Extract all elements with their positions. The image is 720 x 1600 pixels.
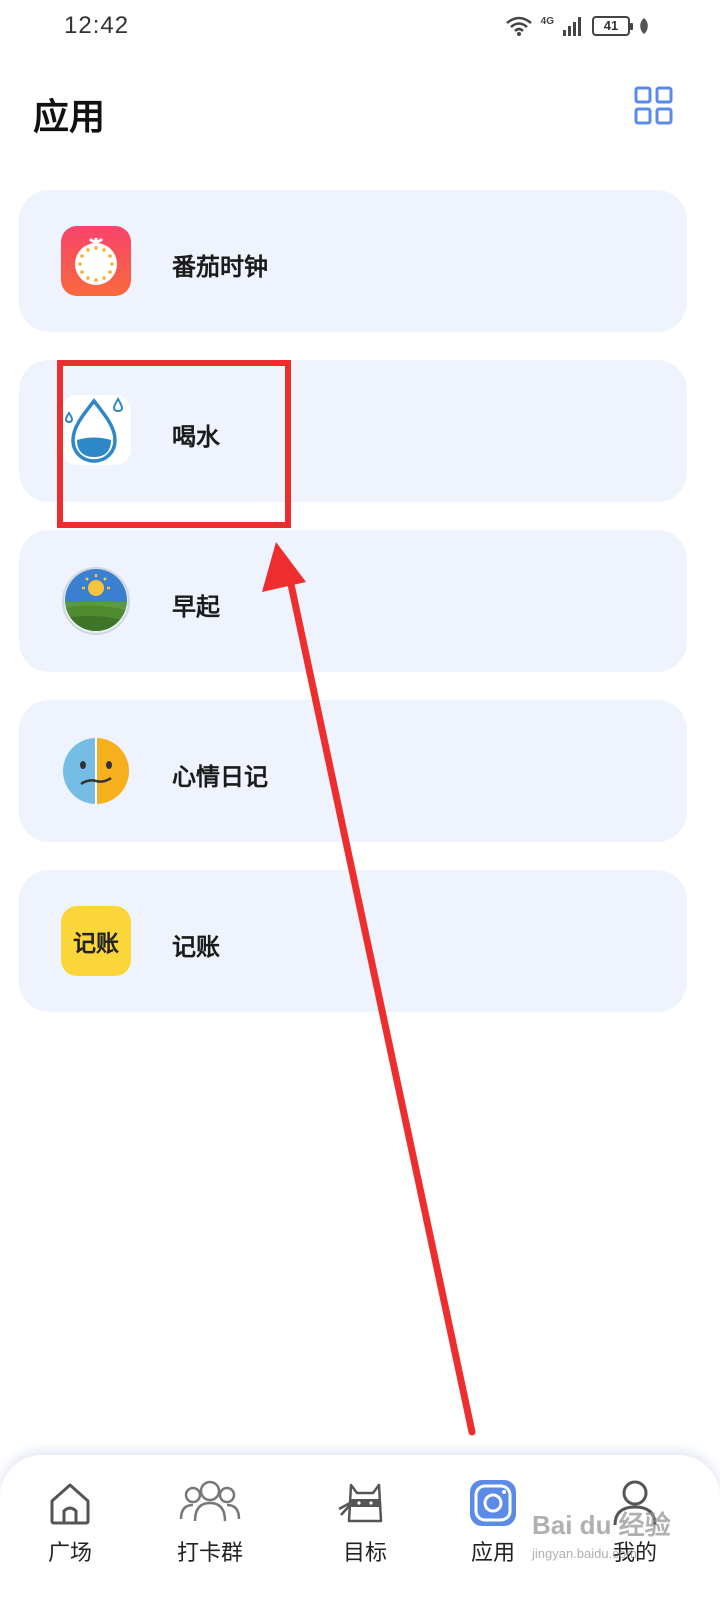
nav-label: 打卡群 bbox=[176, 1540, 243, 1565]
ninja-cat-icon bbox=[338, 1483, 383, 1523]
leaf-icon bbox=[640, 18, 648, 34]
app-card-mood-diary[interactable]: 心情日记 bbox=[19, 700, 687, 842]
watermark-sub: jingyan.baidu.com bbox=[532, 1546, 637, 1561]
grid-icon bbox=[634, 86, 673, 125]
nav-item-goal[interactable]: 目标 bbox=[310, 1475, 420, 1595]
status-time: 12:42 bbox=[64, 12, 130, 39]
nav-item-checkin-group[interactable]: 打卡群 bbox=[155, 1475, 265, 1595]
app-card-early-rise[interactable]: 早起 bbox=[19, 530, 687, 672]
group-icon bbox=[179, 1480, 241, 1522]
annotation-highlight-box bbox=[57, 360, 291, 528]
watermark-main: Bai du 经验 bbox=[532, 1510, 671, 1540]
app-label: 早起 bbox=[172, 594, 220, 621]
bookkeeping-icon-text: 记账 bbox=[73, 930, 119, 956]
app-label: 记账 bbox=[172, 934, 220, 961]
nav-label: 目标 bbox=[342, 1540, 387, 1565]
mood-face-icon bbox=[63, 738, 129, 804]
battery-indicator: 41 bbox=[592, 16, 633, 36]
status-icons: 4G 41 bbox=[505, 12, 650, 40]
sunrise-icon bbox=[62, 567, 130, 635]
tomato-clock-icon bbox=[61, 226, 131, 296]
home-icon bbox=[50, 1483, 90, 1525]
nav-label: 广场 bbox=[47, 1540, 92, 1565]
app-card-bookkeeping[interactable]: 记账 记账 bbox=[19, 870, 687, 1012]
wifi-icon bbox=[505, 16, 532, 36]
baidu-jingyan-watermark: Bai du 经验 jingyan.baidu.com bbox=[532, 1505, 682, 1565]
app-camera-icon bbox=[470, 1480, 516, 1526]
page-title: 应用 bbox=[33, 96, 106, 137]
network-type: 4G bbox=[540, 15, 554, 27]
bookkeeping-icon: 记账 bbox=[61, 906, 131, 976]
app-card-tomato-clock[interactable]: 番茄时钟 bbox=[19, 190, 687, 332]
status-bar: 12:42 4G 41 bbox=[0, 0, 720, 52]
grid-view-button[interactable] bbox=[634, 86, 674, 126]
app-label: 心情日记 bbox=[172, 764, 268, 791]
signal-icon bbox=[563, 17, 581, 36]
nav-item-square[interactable]: 广场 bbox=[15, 1475, 125, 1595]
app-label: 番茄时钟 bbox=[172, 254, 268, 281]
